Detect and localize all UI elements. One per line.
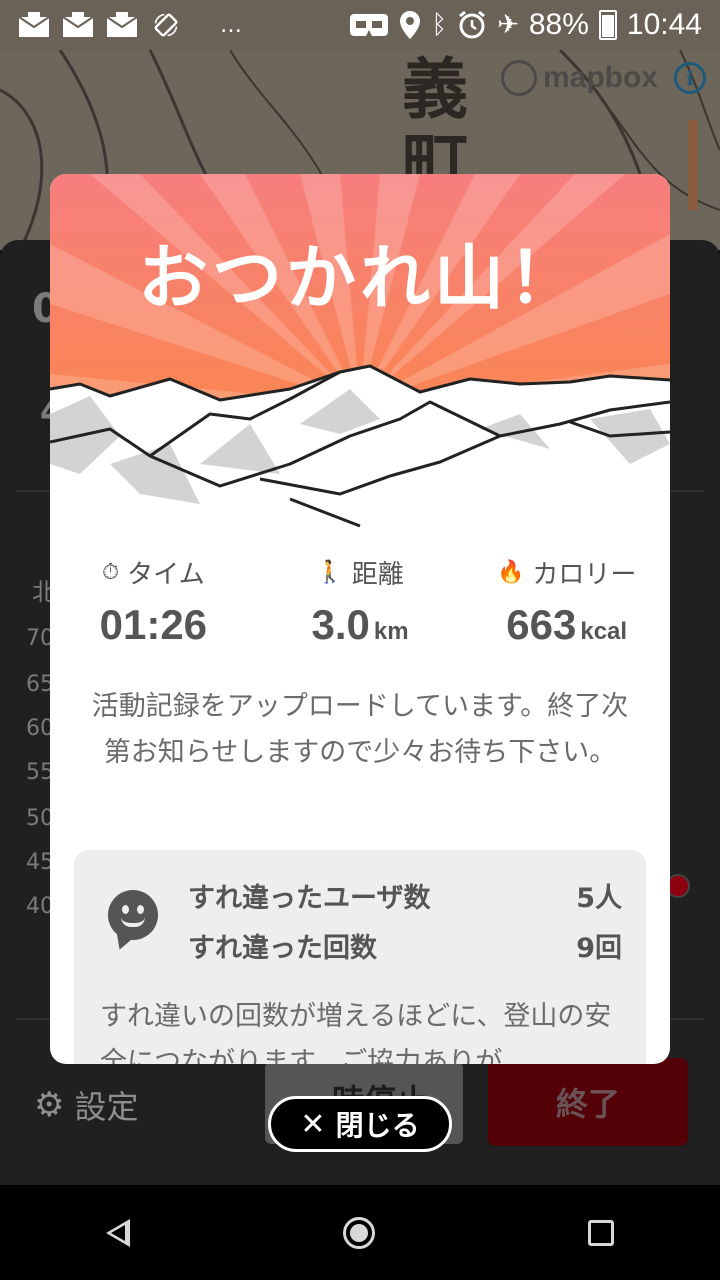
mail-notification-icon [18, 12, 50, 37]
mail-notification-icon [106, 12, 138, 37]
stats-row: ⏱ タイム 01:26 🚶 距離 3.0 km 🔥 カロリー 663 kcal [50, 554, 670, 649]
stat-time: ⏱ タイム 01:26 [50, 554, 257, 649]
settings-button[interactable]: ⚙ 設定 [34, 1082, 139, 1128]
gear-icon: ⚙ [34, 1085, 65, 1125]
stat-label: タイム [127, 560, 205, 590]
airplane-mode-icon: ✈ [497, 10, 519, 40]
smile-chat-icon [108, 890, 158, 940]
mail-notification-icon [62, 12, 94, 37]
stat-value: 663 [506, 601, 577, 648]
close-icon: ✕ [300, 1106, 326, 1142]
hero-banner: おつかれ山！ [50, 174, 670, 529]
alarm-icon [459, 10, 486, 39]
flame-icon: 🔥 [496, 560, 525, 585]
battery-percent: 88% [528, 8, 589, 41]
stat-value-row: 663 kcal [463, 601, 670, 649]
stat-label-row: 🔥 カロリー [463, 554, 670, 591]
stat-label: カロリー [532, 560, 637, 590]
stat-calories: 🔥 カロリー 663 kcal [463, 554, 670, 649]
end-button[interactable]: 終了 [488, 1058, 688, 1146]
stopwatch-icon: ⏱ [102, 560, 120, 585]
screen-rotate-icon [154, 13, 178, 37]
bluetooth-icon: ᛒ [431, 10, 448, 40]
settings-label: 設定 [74, 1088, 139, 1126]
passing-info-box: すれ違ったユーザ数 5人 すれ違った回数 9回 すれ違いの回数が増えるほどに、登… [74, 850, 646, 1064]
stat-value-row: 3.0 km [257, 601, 464, 649]
recent-apps-icon[interactable] [587, 1219, 614, 1246]
hiker-icon: 🚶 [316, 560, 344, 585]
vr-headset-icon [350, 14, 389, 36]
stat-label-row: 🚶 距離 [257, 554, 464, 591]
battery-icon [598, 10, 617, 40]
stat-unit: km [373, 618, 409, 645]
clock: 10:44 [626, 8, 702, 41]
modal-title: おつかれ山！ [138, 237, 582, 319]
stat-label-row: ⏱ タイム [50, 554, 257, 591]
passing-users-value: 5人 [576, 883, 622, 914]
close-label: 閉じる [335, 1109, 420, 1142]
stat-distance: 🚶 距離 3.0 km [257, 554, 464, 649]
upload-message: 活動記録をアップロードしています。終了次第お知らせしますので少々お待ち下さい。 [91, 691, 629, 768]
stat-unit: kcal [580, 618, 628, 645]
passing-users-row: すれ違ったユーザ数 5人 [188, 876, 622, 915]
back-icon[interactable] [106, 1218, 131, 1247]
close-button[interactable]: ✕ 閉じる [268, 1096, 452, 1152]
navigation-bar [0, 1185, 720, 1280]
end-label: 終了 [555, 1085, 620, 1123]
stat-value: 3.0 [311, 601, 370, 648]
passing-count-row: すれ違った回数 9回 [188, 926, 622, 965]
passing-count-label: すれ違った回数 [188, 933, 377, 964]
stat-value-row: 01:26 [50, 601, 257, 649]
stat-label: 距離 [351, 560, 404, 590]
mapbox-label: mapbox [542, 61, 658, 94]
home-icon[interactable] [342, 1216, 375, 1249]
more-notifications-icon: … [220, 12, 244, 38]
map-info-icon[interactable]: i [674, 62, 706, 94]
location-icon [400, 11, 421, 39]
mapbox-logo-icon [500, 60, 537, 96]
passing-note: すれ違いの回数が増えるほどに、登山の安全につながります。ご協力ありが [100, 1001, 612, 1064]
summary-modal: おつかれ山！ ⏱ タイム 01:26 🚶 距離 3.0 km 🔥 カロリー 66… [50, 174, 670, 1064]
passing-count-value: 9回 [576, 933, 622, 964]
stat-value: 01:26 [99, 601, 208, 648]
mapbox-attribution[interactable]: mapbox [500, 60, 658, 96]
passing-users-label: すれ違ったユーザ数 [188, 883, 431, 914]
status-bar: … ᛒ ✈ 88% 10:44 [0, 0, 720, 50]
